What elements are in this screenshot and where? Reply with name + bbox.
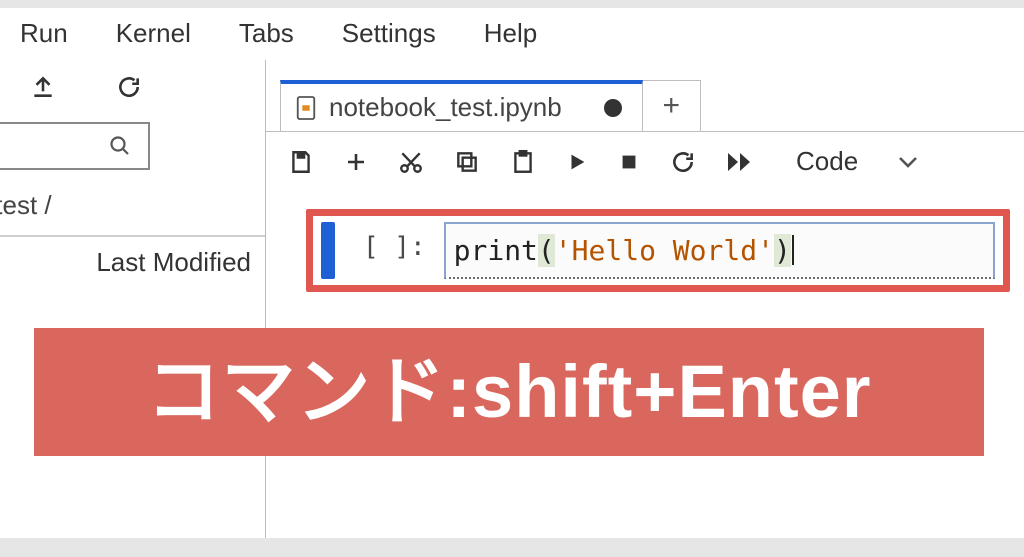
search-icon	[108, 134, 132, 158]
menu-run[interactable]: Run	[20, 18, 68, 49]
menu-tabs[interactable]: Tabs	[239, 18, 294, 49]
tab-label: notebook_test.ipynb	[329, 92, 562, 123]
code-token-rparen: )	[774, 234, 791, 267]
code-token-function: print	[454, 234, 538, 267]
highlighted-cell: [ ]: print('Hello World')	[306, 209, 1010, 292]
cut-icon[interactable]	[398, 149, 424, 175]
jupyterlab-window: Run Kernel Tabs Settings Help ne	[0, 8, 1024, 538]
notebook-panel: notebook_test.ipynb +	[266, 60, 1024, 538]
refresh-icon[interactable]	[116, 74, 142, 100]
paste-icon[interactable]	[510, 149, 536, 175]
upload-icon[interactable]	[30, 74, 56, 100]
cell-prompt: [ ]:	[347, 222, 432, 279]
restart-icon[interactable]	[670, 149, 696, 175]
new-tab-button[interactable]: +	[643, 80, 701, 131]
copy-icon[interactable]	[454, 149, 480, 175]
run-all-icon[interactable]	[726, 151, 756, 173]
menu-kernel[interactable]: Kernel	[116, 18, 191, 49]
cell-active-indicator	[321, 222, 335, 279]
menu-bar: Run Kernel Tabs Settings Help	[0, 8, 1024, 60]
cell-type-label: Code	[796, 146, 858, 177]
menu-settings[interactable]: Settings	[342, 18, 436, 49]
tab-bar: notebook_test.ipynb +	[266, 60, 1024, 131]
notebook-toolbar: Code	[266, 131, 1024, 191]
run-icon[interactable]	[566, 151, 588, 173]
text-cursor	[792, 235, 794, 265]
notebook-icon	[295, 95, 317, 121]
chevron-down-icon	[898, 155, 918, 169]
breadcrumb[interactable]: ebook_test /	[0, 180, 265, 237]
save-icon[interactable]	[288, 149, 314, 175]
code-input[interactable]: print('Hello World')	[444, 222, 995, 279]
code-token-string: 'Hello World'	[555, 234, 774, 267]
column-header-last-modified: Last Modified	[96, 237, 265, 278]
caption-overlay: コマンド:shift+Enter	[34, 328, 984, 456]
file-browser-sidebar: ne ebook_test / Last Modified	[0, 60, 266, 538]
stop-icon[interactable]	[618, 151, 640, 173]
tab-notebook-test[interactable]: notebook_test.ipynb	[280, 80, 643, 131]
add-cell-icon[interactable]	[344, 150, 368, 174]
caption-text: コマンド:shift+Enter	[146, 350, 871, 433]
menu-help[interactable]: Help	[484, 18, 537, 49]
code-token-lparen: (	[538, 234, 555, 267]
unsaved-indicator-icon	[604, 99, 622, 117]
cell-type-select[interactable]: Code	[796, 146, 918, 177]
filter-input[interactable]: ne	[0, 122, 150, 170]
